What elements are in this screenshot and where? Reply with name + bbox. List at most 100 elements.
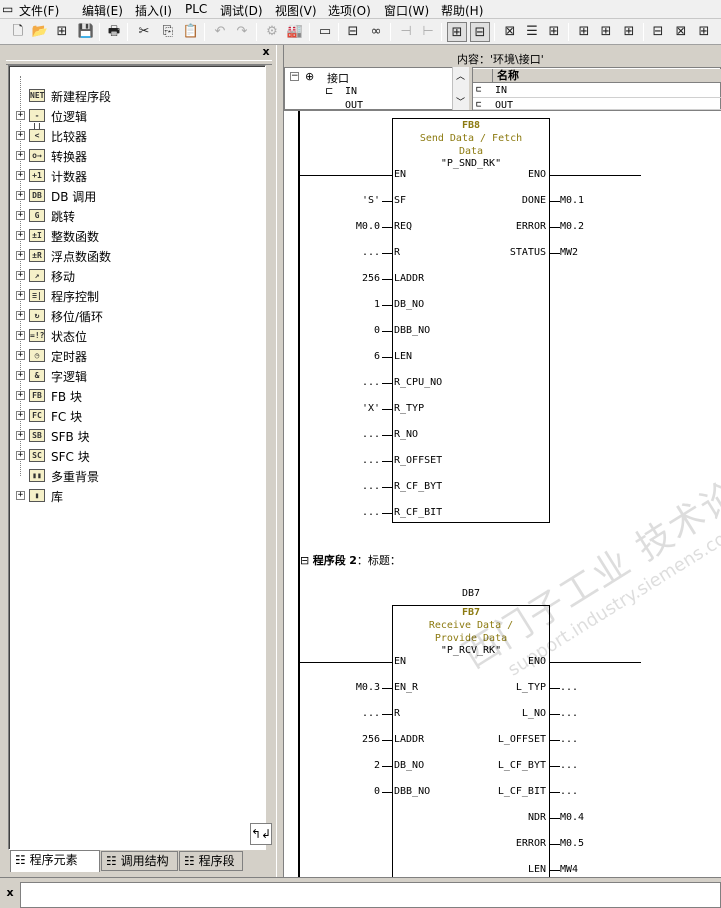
tree-item[interactable]: + ±R 浮点数函数 [9, 246, 259, 266]
tree-item[interactable]: + < 比较器 [9, 126, 259, 146]
tree-item[interactable]: NET 新建程序段 [9, 86, 259, 106]
expand-icon[interactable]: + [16, 131, 25, 140]
interface-out[interactable]: OUT [345, 100, 363, 110]
panel-splitter[interactable] [276, 45, 284, 877]
expand-icon[interactable]: + [16, 291, 25, 300]
panel-close-icon[interactable]: x [260, 46, 272, 58]
tab-call-structure[interactable]: ☷ 调用结构 [101, 851, 178, 871]
output-actual[interactable]: M0.2 [560, 221, 584, 233]
tree-item[interactable]: + SC SFC 块 [9, 446, 259, 466]
input-actual[interactable]: 0 [332, 325, 380, 337]
expand-icon[interactable]: + [16, 111, 25, 120]
expand-icon[interactable]: + [16, 191, 25, 200]
tree-item[interactable]: + o→ 转换器 [9, 146, 259, 166]
expand-icon[interactable]: + [16, 171, 25, 180]
menu-insert[interactable]: 插入(I) [135, 2, 172, 19]
copy-icon[interactable]: ⎘ [158, 22, 178, 42]
expand-icon[interactable]: + [16, 491, 25, 500]
instance-db[interactable]: DB7 [441, 588, 501, 599]
expand-icon[interactable]: + [16, 251, 25, 260]
expand-icon[interactable]: + [16, 351, 25, 360]
input-actual[interactable]: 0 [332, 786, 380, 798]
coil-icon[interactable]: ⊢ [418, 22, 438, 42]
app-menu-icon[interactable]: ▭ [2, 2, 13, 16]
input-actual[interactable]: 2 [332, 760, 380, 772]
collapse-icon[interactable]: ⊟ [300, 554, 309, 567]
menu-plc[interactable]: PLC [185, 2, 207, 16]
output-actual[interactable]: ... [560, 682, 578, 694]
interface-in[interactable]: IN [345, 86, 357, 97]
scroll-down-icon[interactable]: ﹀ [456, 95, 465, 108]
output-actual[interactable]: M0.5 [560, 838, 584, 850]
open-icon[interactable]: 📂 [30, 22, 50, 42]
input-actual[interactable]: 6 [332, 351, 380, 363]
tree-item[interactable]: + ±I 整数函数 [9, 226, 259, 246]
expand-icon[interactable]: + [16, 391, 25, 400]
print-icon[interactable]: 🖶 [104, 22, 124, 42]
tree-item[interactable]: + =!? 状态位 [9, 326, 259, 346]
input-actual[interactable]: 256 [332, 273, 380, 285]
table-row[interactable]: ⊏ OUT [473, 99, 721, 110]
tree-item[interactable]: + & 字逻辑 [9, 366, 259, 386]
input-actual[interactable]: 'X' [332, 403, 380, 415]
input-actual[interactable]: 256 [332, 734, 380, 746]
ladder-icon[interactable]: ⊞ [574, 22, 594, 42]
expand-icon[interactable]: + [16, 231, 25, 240]
tree-item[interactable]: + -|| 位逻辑 [9, 106, 259, 131]
ladder-editor[interactable]: FB8 Send Data / Fetch Data "P_SND_RK" EN… [284, 110, 721, 877]
cut-icon[interactable]: ✂ [134, 22, 154, 42]
box-icon[interactable]: ⊞ [694, 22, 714, 42]
collapse-icon[interactable]: − [290, 72, 299, 81]
tree-item[interactable]: + FC FC 块 [9, 406, 259, 426]
ladder-view-icon[interactable]: ⊞ [596, 22, 616, 42]
new-icon[interactable]: 🗋 [8, 22, 28, 42]
expand-icon[interactable]: + [16, 211, 25, 220]
menu-file[interactable]: 文件(F) [19, 2, 59, 19]
network-2-title[interactable]: ⊟ 程序段 2：标题： [300, 552, 401, 568]
tree-item[interactable]: + ▮ 库 [9, 486, 259, 506]
accessible-nodes-icon[interactable]: ⊞ [52, 22, 72, 42]
tree-item[interactable]: + ≡| 程序控制 [9, 286, 259, 306]
output-actual[interactable]: M0.4 [560, 812, 584, 824]
expand-icon[interactable]: + [16, 451, 25, 460]
output-actual[interactable]: M0.1 [560, 195, 584, 207]
tree-item[interactable]: + +1 计数器 [9, 166, 259, 186]
menu-edit[interactable]: 编辑(E) [82, 2, 123, 19]
tree-item[interactable]: ▮▮ 多重背景 [9, 466, 259, 486]
output-actual[interactable]: MW2 [560, 247, 578, 259]
menu-debug[interactable]: 调试(D) [220, 2, 263, 19]
tree-item[interactable]: + ◷ 定时器 [9, 346, 259, 366]
column-name[interactable]: 名称 [493, 69, 721, 83]
input-actual[interactable]: 'S' [332, 195, 380, 207]
tab-program-elements[interactable]: ☷ 程序元素 [10, 850, 100, 872]
paste-icon[interactable]: 📋 [181, 22, 201, 42]
details-icon[interactable]: ⊟ [470, 22, 490, 42]
input-actual[interactable]: ... [332, 455, 380, 467]
input-actual[interactable]: ... [332, 708, 380, 720]
output-actual[interactable]: ... [560, 760, 578, 772]
network-icon[interactable]: ⊟ [343, 22, 363, 42]
expand-icon[interactable]: + [16, 411, 25, 420]
menu-options[interactable]: 选项(O) [328, 2, 371, 19]
table-row[interactable]: ⊏ IN [473, 84, 721, 98]
tile-vertical-icon[interactable]: ⊞ [544, 22, 564, 42]
redo-icon[interactable]: ↷ [232, 22, 252, 42]
input-actual[interactable]: M0.0 [332, 221, 380, 233]
scroll-up-icon[interactable]: ︿ [456, 69, 465, 82]
interface-scrollbar[interactable]: ︿ ﹀ [452, 67, 469, 110]
menu-help[interactable]: 帮助(H) [441, 2, 483, 19]
output-actual[interactable]: ... [560, 734, 578, 746]
tree-item[interactable]: + DB DB 调用 [9, 186, 259, 206]
cascade-icon[interactable]: ⊠ [500, 22, 520, 42]
input-actual[interactable]: M0.3 [332, 682, 380, 694]
input-actual[interactable]: ... [332, 429, 380, 441]
glasses-icon[interactable]: ∞ [366, 22, 386, 42]
output-area[interactable] [20, 882, 721, 908]
fbd-icon[interactable]: ⊞ [619, 22, 639, 42]
expand-icon[interactable]: + [16, 331, 25, 340]
expand-icon[interactable]: + [16, 371, 25, 380]
tab-networks[interactable]: ☷ 程序段 [179, 851, 243, 871]
undo-icon[interactable]: ↶ [210, 22, 230, 42]
branch-close-icon[interactable]: ⊠ [671, 22, 691, 42]
output-close-icon[interactable]: x [4, 887, 16, 899]
